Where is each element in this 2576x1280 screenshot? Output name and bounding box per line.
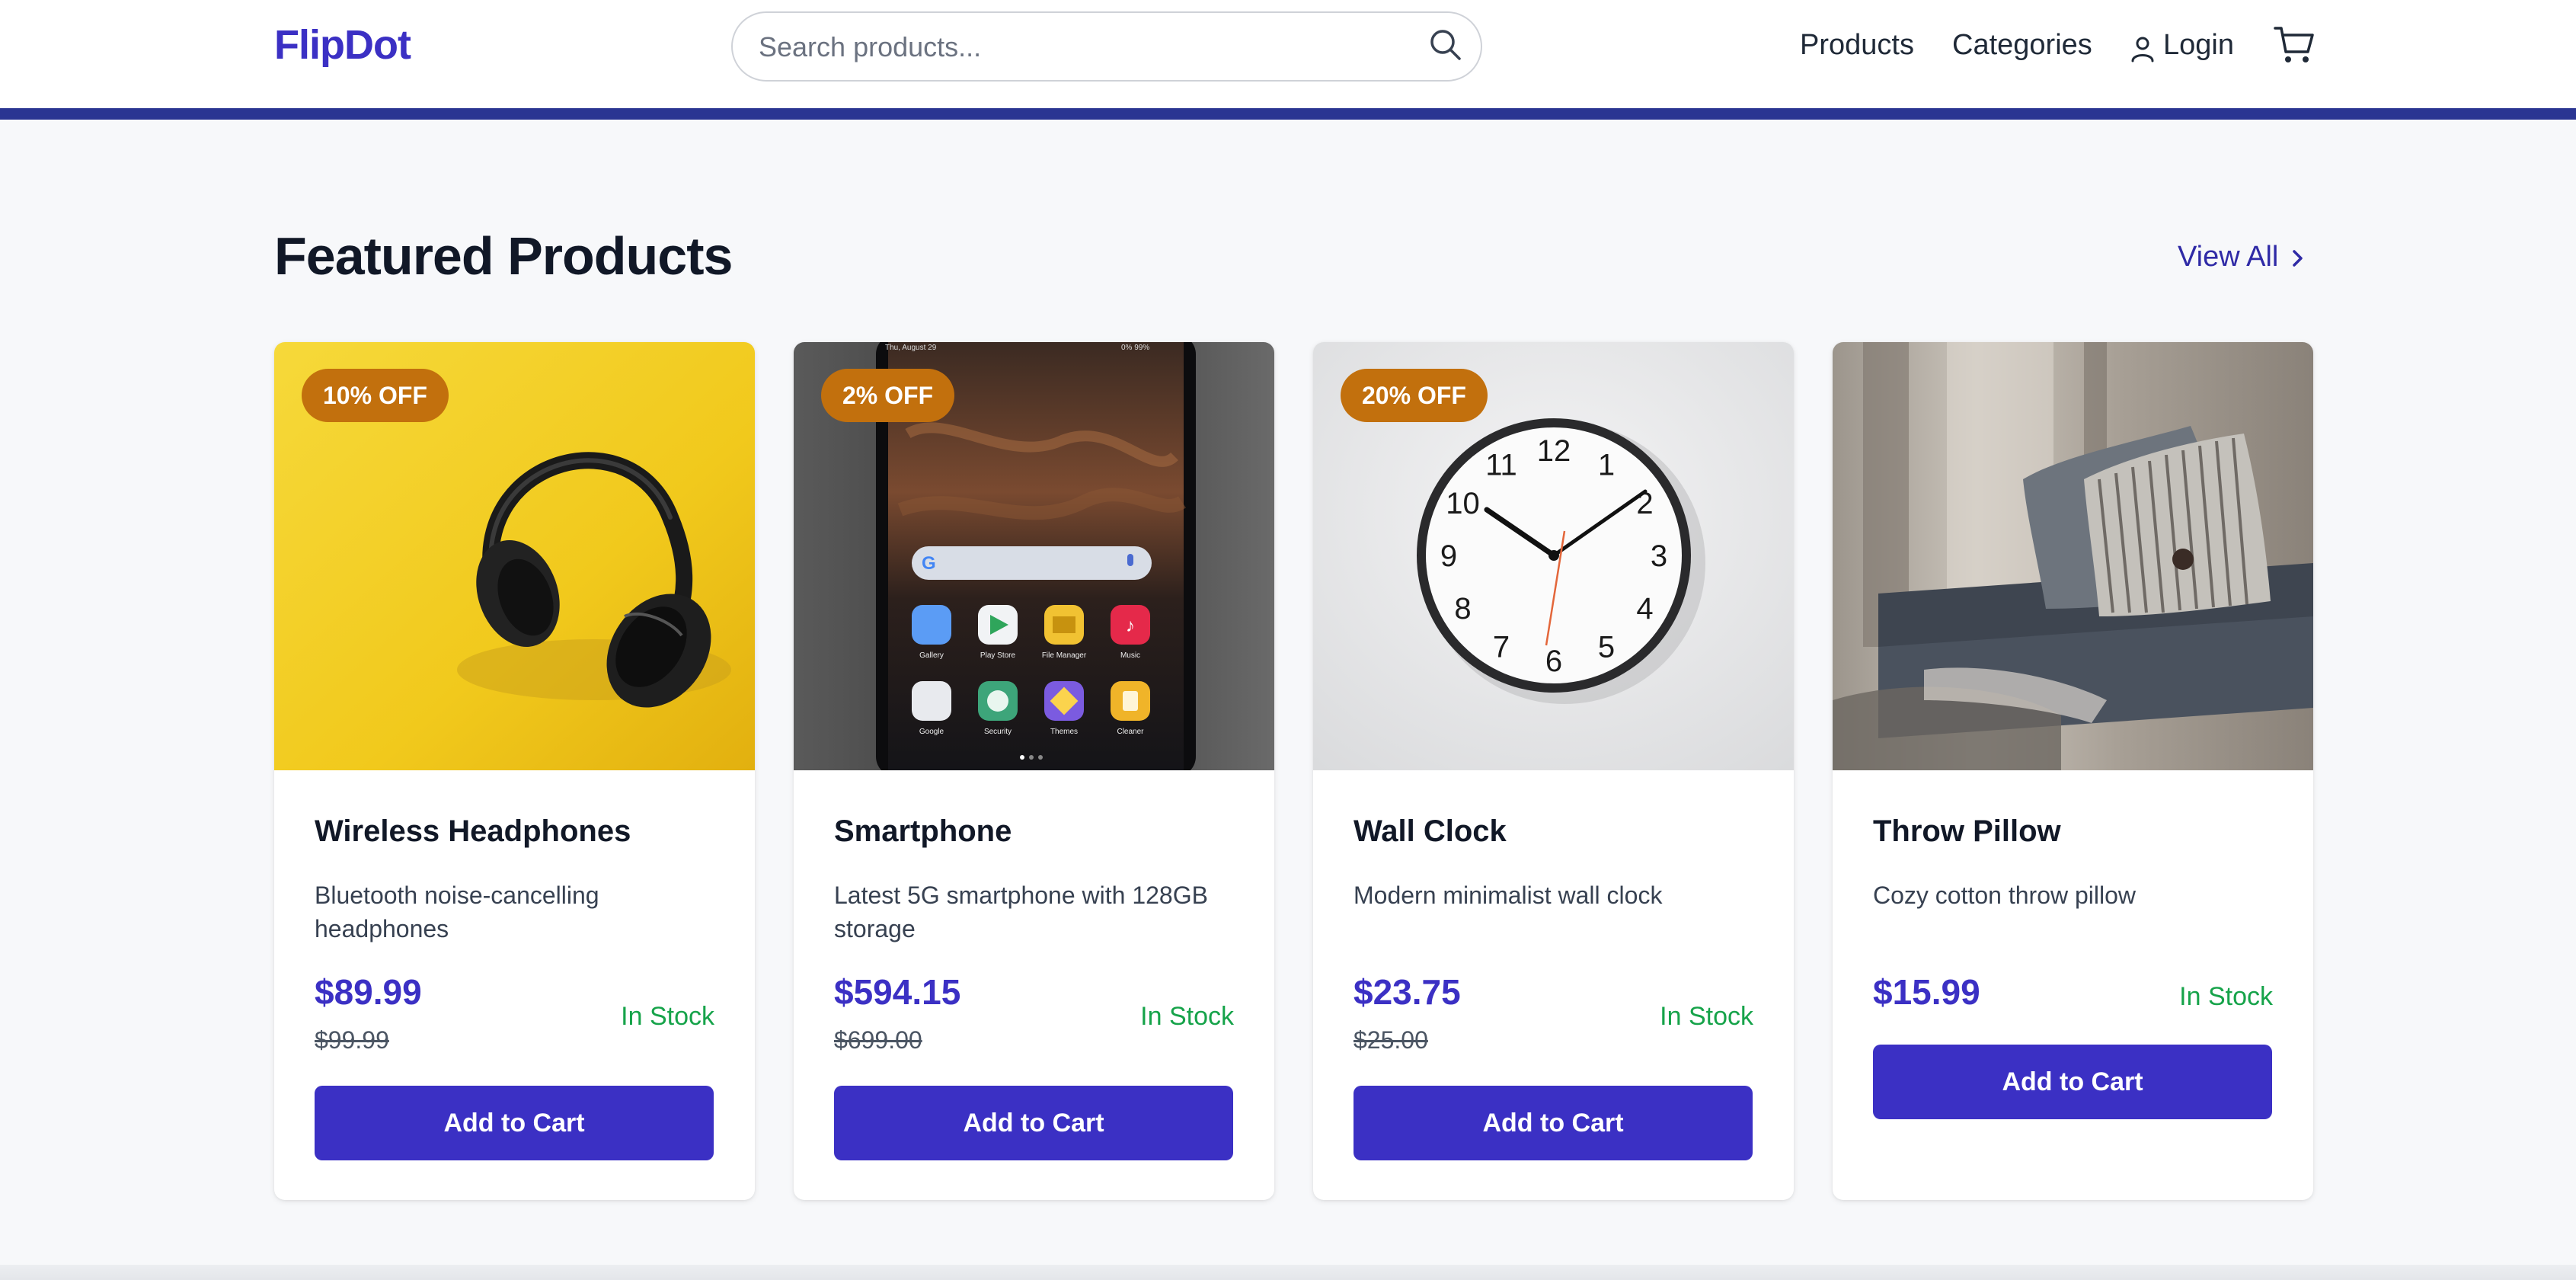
clock-numeral: 12 <box>1537 434 1571 468</box>
footer-edge <box>0 1265 2576 1280</box>
product-name[interactable]: Wireless Headphones <box>315 814 631 849</box>
product-card: 12 1 2 3 4 5 6 7 8 9 10 11 20% OFF Wall Clock Moder… <box>1313 342 1794 1200</box>
app-label: Themes <box>1050 728 1078 736</box>
chevron-right-icon[interactable] <box>2288 247 2308 270</box>
view-all-link[interactable]: View All <box>2178 241 2278 274</box>
svg-text:♪: ♪ <box>1126 616 1135 636</box>
app-label: Play Store <box>980 651 1016 660</box>
add-to-cart-button[interactable]: Add to Cart <box>834 1086 1233 1160</box>
clock-numeral: 11 <box>1485 449 1517 482</box>
stock-status: In Stock <box>621 1002 714 1031</box>
clock-numeral: 4 <box>1636 592 1653 626</box>
add-to-cart-button[interactable]: Add to Cart <box>1873 1045 2272 1119</box>
app-label: Cleaner <box>1117 728 1144 736</box>
stock-status: In Stock <box>1660 1002 1753 1031</box>
clock-numeral: 10 <box>1446 487 1480 520</box>
logo[interactable]: FlipDot <box>274 21 411 69</box>
original-price: $25.00 <box>1354 1026 1428 1054</box>
product-price: $15.99 <box>1873 972 1980 1012</box>
app-label: Google <box>919 728 944 736</box>
cart-icon[interactable] <box>2273 24 2316 66</box>
app-label: Music <box>1120 651 1140 660</box>
product-price: $23.75 <box>1354 972 1461 1012</box>
clock-numeral: 3 <box>1651 539 1667 573</box>
clock-numeral: 8 <box>1454 592 1471 626</box>
search-box[interactable] <box>731 11 1482 82</box>
product-price: $594.15 <box>834 972 961 1012</box>
phone-status-date: Thu, August 29 <box>885 344 937 352</box>
user-icon <box>2131 37 2154 62</box>
add-to-cart-button[interactable]: Add to Cart <box>315 1086 714 1160</box>
discount-badge: 20% OFF <box>1341 369 1488 422</box>
site-header: FlipDot Products Categories Login <box>0 0 2576 108</box>
product-card: Throw Pillow Cozy cotton throw pillow $1… <box>1833 342 2313 1200</box>
product-price: $89.99 <box>315 972 422 1012</box>
header-accent-bar <box>0 108 2576 120</box>
app-label: Security <box>984 728 1012 736</box>
product-card: 10% OFF Wireless Headphones Bluetooth no… <box>274 342 755 1200</box>
section-title: Featured Products <box>274 226 733 286</box>
app-label: Gallery <box>919 651 944 660</box>
product-name[interactable]: Throw Pillow <box>1873 814 2061 849</box>
original-price: $699.00 <box>834 1026 922 1054</box>
product-description: Bluetooth noise-cancelling headphones <box>315 882 599 942</box>
clock-numeral: 6 <box>1545 645 1562 678</box>
app-label: File Manager <box>1042 651 1087 660</box>
discount-badge: 10% OFF <box>302 369 449 422</box>
clock-numeral: 7 <box>1493 631 1510 664</box>
clock-numeral: 1 <box>1598 449 1615 482</box>
nav-categories[interactable]: Categories <box>1952 29 2092 62</box>
product-description: Cozy cotton throw pillow <box>1873 882 2137 909</box>
product-name[interactable]: Wall Clock <box>1354 814 1507 849</box>
stock-status: In Stock <box>2179 982 2273 1011</box>
discount-badge: 2% OFF <box>821 369 955 422</box>
clock-numeral: 5 <box>1598 631 1615 664</box>
search-input[interactable] <box>759 27 1383 68</box>
product-card: Thu, August 29 0% 99% G Gallery Play Sto… <box>794 342 1274 1200</box>
product-description: Latest 5G smartphone with 128GB storage <box>834 882 1208 942</box>
product-image-throw-pillow[interactable] <box>1833 342 2313 770</box>
svg-text:G: G <box>922 553 936 574</box>
search-icon[interactable] <box>1427 27 1464 63</box>
product-name[interactable]: Smartphone <box>834 814 1012 849</box>
clock-numeral: 9 <box>1440 539 1457 573</box>
stock-status: In Stock <box>1140 1002 1234 1031</box>
nav-products[interactable]: Products <box>1800 29 1914 62</box>
add-to-cart-button[interactable]: Add to Cart <box>1354 1086 1753 1160</box>
product-description: Modern minimalist wall clock <box>1354 882 1663 909</box>
nav-login[interactable]: Login <box>2163 29 2234 62</box>
original-price: $99.99 <box>315 1026 389 1054</box>
phone-status-battery: 0% 99% <box>1121 344 1149 352</box>
